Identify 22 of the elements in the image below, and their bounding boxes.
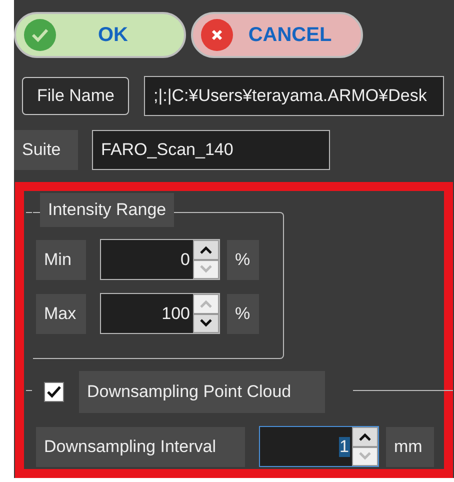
number-field[interactable]: 100 [100,293,220,334]
decrement-button[interactable] [193,314,219,333]
increment-button[interactable] [193,240,219,260]
increment-button[interactable] [352,427,378,446]
group-title: Intensity Range [40,193,174,227]
ok-button[interactable]: OK [14,12,186,58]
unit-label: % [227,294,259,334]
checkbox[interactable] [44,382,64,402]
close-icon [201,19,233,51]
field-label: Max [36,294,86,334]
unit-label: % [227,240,259,280]
unit-label: mm [386,426,434,466]
suite-label: Suite [14,130,78,170]
suite-field[interactable]: FARO_Scan_140 [92,130,330,170]
field-label: Min [36,240,86,280]
field-label: Downsampling Interval [36,426,245,466]
check-icon [24,19,56,51]
number-field[interactable]: 0 [100,239,220,280]
file-name-button[interactable]: File Name [22,77,130,115]
checkbox-label[interactable]: Downsampling Point Cloud [79,371,325,413]
number-field[interactable]: 1 [259,426,379,467]
file-path-field[interactable]: ;|:|C:¥Users¥terayama.ARMO¥Desk [144,76,444,116]
